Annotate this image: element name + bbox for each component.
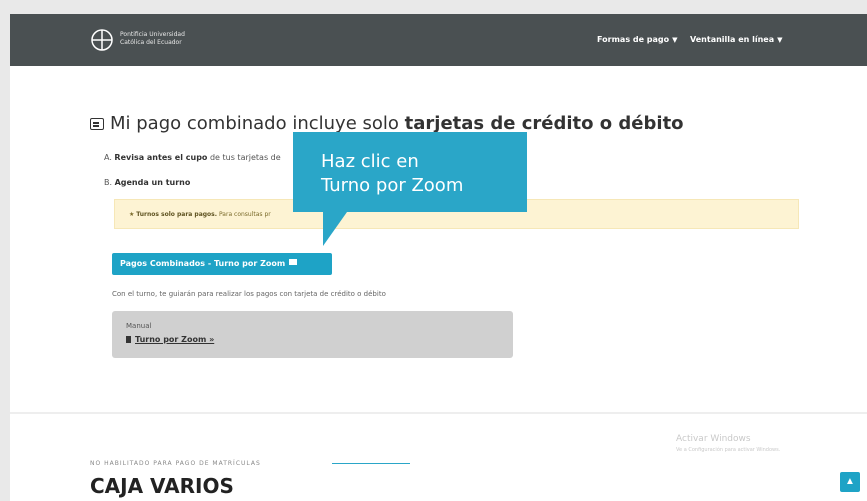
nav-label: Formas de pago bbox=[597, 35, 670, 44]
university-name: Pontificia Universidad Católica del Ecua… bbox=[120, 31, 185, 46]
step-a-index: A. bbox=[104, 153, 112, 162]
zoom-turn-button[interactable]: Pagos Combinados - Turno por Zoom bbox=[112, 253, 332, 275]
document-icon bbox=[126, 336, 131, 343]
zoom-button-label: Pagos Combinados - Turno por Zoom bbox=[120, 259, 286, 268]
university-logo-icon[interactable] bbox=[90, 28, 114, 52]
callout-line1: Haz clic en bbox=[321, 151, 419, 172]
turn-note: Con el turno, te guiarán para realizar l… bbox=[112, 290, 386, 298]
chat-icon bbox=[289, 259, 298, 265]
title-bold: tarjetas de crédito o débito bbox=[404, 113, 684, 134]
step-a-bold: Revisa antes el cupo bbox=[114, 153, 208, 162]
manual-link-text: Turno por Zoom » bbox=[135, 335, 215, 344]
step-a-text: de tus tarjetas de bbox=[209, 153, 281, 162]
step-b-bold: Agenda un turno bbox=[114, 178, 191, 187]
watermark-line2: Ve a Configuración para activar Windows. bbox=[676, 447, 781, 453]
browser-page: Pontificia Universidad Católica del Ecua… bbox=[10, 14, 867, 501]
section-title: CAJA VARIOS bbox=[90, 474, 234, 498]
chevron-down-icon: ▼ bbox=[672, 36, 678, 44]
callout-pointer bbox=[323, 212, 347, 246]
kicker-underline bbox=[332, 463, 410, 464]
section-kicker: NO HABILITADO PARA PAGO DE MATRÍCULAS bbox=[90, 460, 261, 467]
nav-label: Ventanilla en línea bbox=[690, 35, 775, 44]
manual-box: Manual Turno por Zoom » bbox=[112, 311, 513, 358]
callout-line2: Turno por Zoom bbox=[321, 175, 464, 196]
step-a: A. Revisa antes el cupo de tus tarjetas … bbox=[104, 153, 281, 162]
tutorial-callout: Haz clic en Turno por Zoom bbox=[293, 132, 527, 212]
watermark-line1: Activar Windows bbox=[676, 434, 751, 444]
nav-formas-de-pago[interactable]: Formas de pago ▼ bbox=[597, 35, 678, 44]
alert-text: Para consultas pr bbox=[218, 211, 271, 218]
title-text: Mi pago combinado incluye solo bbox=[110, 113, 399, 134]
section-divider bbox=[10, 412, 867, 414]
arrow-up-icon: ▲ bbox=[845, 476, 855, 487]
windows-activation-watermark: Activar Windows Ve a Configuración para … bbox=[676, 434, 780, 453]
chevron-down-icon: ▼ bbox=[777, 36, 783, 44]
page-title: Mi pago combinado incluye solo tarjetas … bbox=[90, 113, 684, 134]
manual-link[interactable]: Turno por Zoom » bbox=[126, 335, 214, 344]
scroll-to-top-button[interactable]: ▲ bbox=[840, 472, 860, 492]
top-navbar: Pontificia Universidad Católica del Ecua… bbox=[10, 14, 867, 66]
card-icon bbox=[90, 118, 104, 130]
alert-bold: Turnos solo para pagos. bbox=[136, 211, 218, 218]
step-b-index: B. bbox=[104, 178, 113, 187]
step-b: B. Agenda un turno bbox=[104, 178, 190, 187]
manual-label: Manual bbox=[126, 322, 152, 330]
nav-ventanilla-en-linea[interactable]: Ventanilla en línea ▼ bbox=[690, 35, 783, 44]
